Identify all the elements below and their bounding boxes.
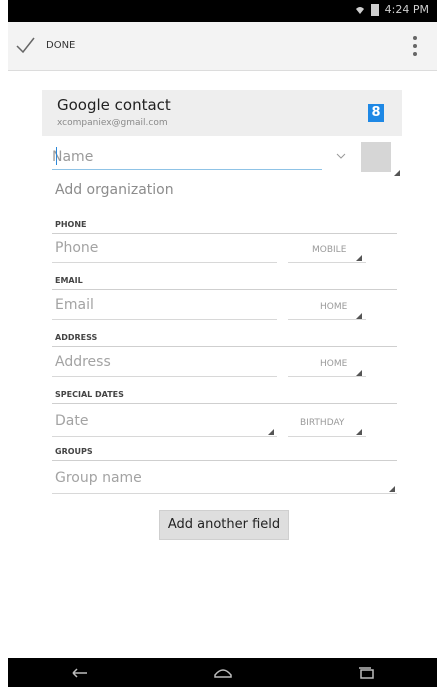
back-icon[interactable] <box>69 666 91 680</box>
wifi-icon <box>355 6 364 14</box>
email-type-underline <box>288 319 366 320</box>
email-underline <box>52 319 277 320</box>
date-input[interactable]: Date <box>55 413 88 429</box>
chevron-down-icon[interactable] <box>336 151 346 161</box>
photo-dropdown-indicator <box>394 170 400 176</box>
date-picker-indicator[interactable] <box>268 429 274 435</box>
phone-type-underline <box>288 262 366 263</box>
account-title: Google contact <box>57 96 171 114</box>
battery-icon <box>370 3 379 16</box>
recents-icon[interactable] <box>355 666 377 680</box>
app-frame: { "statusbar": { "time": "4:24 PM" }, "a… <box>0 0 437 687</box>
group-underline <box>52 493 397 494</box>
address-divider <box>52 346 397 347</box>
phone-type-selector[interactable]: MOBILE <box>312 245 346 255</box>
status-right: 4:24 PM <box>355 3 429 16</box>
contact-photo[interactable] <box>361 142 391 172</box>
date-type-underline <box>288 436 366 437</box>
special-dates-divider <box>52 403 397 404</box>
add-another-field-button[interactable]: Add another field <box>159 510 289 540</box>
date-type-selector[interactable]: BIRTHDAY <box>300 418 344 428</box>
google-icon: 8 <box>368 104 384 122</box>
name-input[interactable]: Name <box>52 145 322 170</box>
group-dropdown-indicator[interactable] <box>389 486 395 492</box>
email-divider <box>52 289 397 290</box>
phone-divider <box>52 233 397 234</box>
groups-divider <box>52 460 397 461</box>
email-section-title: EMAIL <box>55 276 83 285</box>
phone-underline <box>52 262 277 263</box>
email-type-selector[interactable]: HOME <box>320 302 347 312</box>
status-time: 4:24 PM <box>384 3 429 16</box>
date-type-indicator <box>356 429 362 435</box>
done-label: DONE <box>46 39 76 51</box>
groups-section-title: GROUPS <box>55 447 93 456</box>
text-cursor <box>56 147 57 165</box>
action-bar: DONE <box>8 22 437 71</box>
phone-type-indicator <box>356 255 362 261</box>
navigation-bar <box>8 658 437 687</box>
phone-section-title: PHONE <box>55 220 87 229</box>
address-input[interactable]: Address <box>55 354 111 370</box>
address-type-selector[interactable]: HOME <box>320 359 347 369</box>
group-name-input[interactable]: Group name <box>55 470 142 486</box>
special-dates-section-title: SPECIAL DATES <box>55 390 124 399</box>
email-input[interactable]: Email <box>55 297 94 313</box>
address-underline <box>52 376 277 377</box>
address-section-title: ADDRESS <box>55 333 98 342</box>
done-button[interactable]: DONE <box>14 34 75 56</box>
address-type-underline <box>288 376 366 377</box>
overflow-menu-icon[interactable] <box>413 36 417 56</box>
date-underline <box>52 436 277 437</box>
home-icon[interactable] <box>212 666 234 680</box>
add-organization-link[interactable]: Add organization <box>55 182 174 198</box>
status-bar: 4:24 PM <box>8 0 437 22</box>
account-email: xcompaniex@gmail.com <box>57 118 168 128</box>
check-icon <box>16 37 35 54</box>
phone-input[interactable]: Phone <box>55 240 98 256</box>
account-header[interactable]: Google contact xcompaniex@gmail.com 8 <box>42 90 402 136</box>
